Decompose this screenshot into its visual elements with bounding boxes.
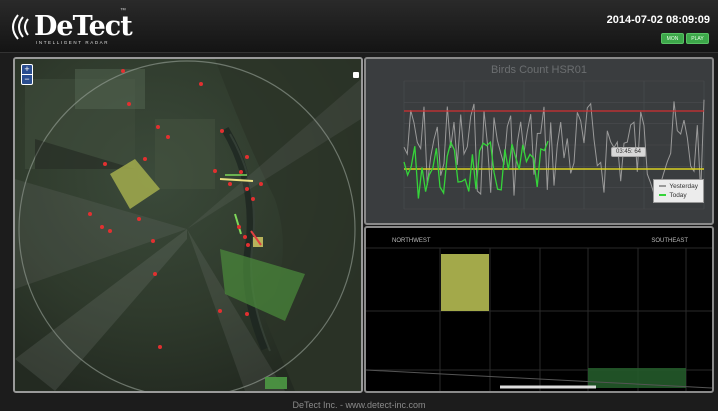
detection-zone-southeast [588,368,686,388]
mode-button-2[interactable]: PLAY [686,33,709,44]
logo-text: DeTect [34,11,133,42]
satellite-map[interactable] [15,59,361,391]
detect-logo: DeTect ™ INTELLIGENT RADAR [8,8,133,45]
legend-label-today: Today [669,192,687,199]
direction-label-northwest: NORTHWEST [392,238,431,244]
zoom-in-button[interactable]: + [22,65,32,74]
trademark-mark: ™ [120,8,126,14]
current-datetime: 2014-07-02 08:09:09 [606,14,710,26]
legend-label-yesterday: Yesterday [669,183,698,190]
altitude-grid [366,247,712,391]
radar-altitude-panel: NORTHWEST SOUTHEAST [364,226,714,393]
footer-text: DeTect Inc. - www.detect-inc.com [292,400,426,410]
legend-swatch-today [659,194,667,197]
zoom-out-button[interactable]: − [22,75,32,84]
app-header: DeTect ™ INTELLIGENT RADAR 2014-07-02 08… [0,0,718,53]
legend-swatch-yesterday [659,185,667,188]
radar-map-panel[interactable]: + − [13,57,363,393]
legend-item-yesterday[interactable]: Yesterday [659,182,698,191]
detection-zone-northwest [441,254,489,311]
logo-tagline: INTELLIGENT RADAR [36,40,110,45]
layer-toggle-icon[interactable] [353,72,359,78]
radar-waves-icon [12,14,29,40]
legend-item-today[interactable]: Today [659,191,698,200]
zoom-control: + − [21,64,33,85]
mode-button-1[interactable]: MON [661,33,684,44]
chart-legend: Yesterday Today [653,179,704,203]
birds-count-chart-panel: Birds Count HSR01 03:45: 64 Yesterday To… [364,57,714,225]
direction-label-southeast: SOUTHEAST [651,238,688,244]
chart-tooltip: 03:45: 64 [611,147,647,157]
